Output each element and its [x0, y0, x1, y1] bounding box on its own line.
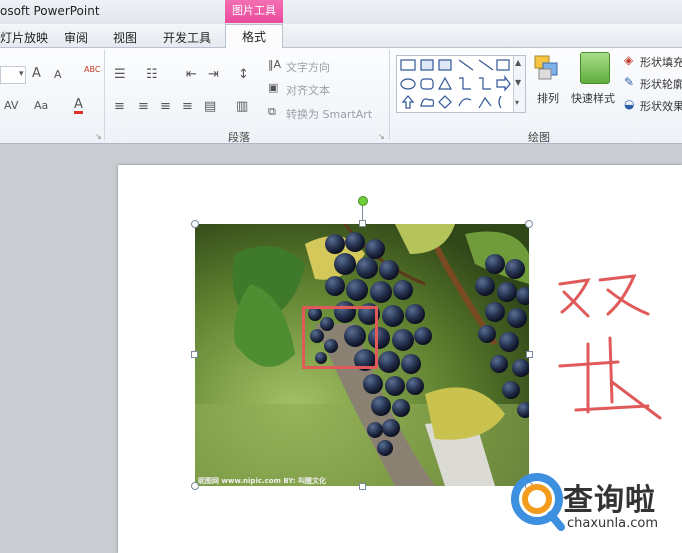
change-case-button[interactable]: Aa	[34, 100, 48, 111]
tab-review[interactable]: 审阅	[64, 29, 88, 46]
tab-format[interactable]: 格式	[225, 24, 283, 49]
shape-outline-icon: ✎	[624, 75, 635, 89]
decrease-indent-icon[interactable]: ⇤	[186, 68, 197, 81]
quick-styles-icon	[580, 52, 610, 84]
paragraph-group-launcher-icon[interactable]: ↘	[378, 132, 385, 141]
align-text-icon: ▣	[268, 81, 279, 94]
resize-handle-bottom-left[interactable]	[191, 482, 199, 490]
rotation-handle[interactable]	[358, 196, 368, 206]
tab-slideshow[interactable]: 灯片放映	[0, 29, 48, 46]
ribbon-tab-row: 灯片放映 审阅 视图 开发工具 格式	[0, 24, 682, 49]
arrange-icon	[533, 54, 563, 82]
title-bar: osoft PowerPoint 图片工具	[0, 0, 682, 24]
justify-icon[interactable]: ≡	[182, 100, 193, 113]
handwritten-annotation	[558, 274, 662, 420]
highlight-box	[302, 306, 378, 369]
resize-handle-top[interactable]	[359, 220, 366, 227]
smartart-icon: ⧉	[268, 105, 276, 118]
window-title: osoft PowerPoint	[0, 4, 100, 18]
numbering-icon[interactable]: ☷	[146, 68, 158, 81]
paragraph-group-label: 段落	[228, 131, 250, 144]
columns-icon[interactable]: ▥	[236, 100, 248, 113]
shapes-gallery-icons	[400, 59, 511, 109]
watermark-url: chaxunla.com	[567, 516, 658, 531]
bullets-icon[interactable]: ☰	[114, 68, 126, 81]
shape-outline-button[interactable]: 形状轮廓	[640, 76, 682, 92]
tab-developer[interactable]: 开发工具	[163, 29, 211, 46]
arrange-button[interactable]: 排列	[537, 90, 559, 106]
shapes-gallery[interactable]	[396, 55, 526, 113]
shrink-font-button[interactable]: A	[54, 69, 62, 80]
scroll-down-icon[interactable]: ▼	[515, 78, 521, 87]
photo-caption: 昵图网 www.nipic.com BY: 叫醒文化	[198, 477, 326, 485]
text-direction-icon: ‖A	[268, 58, 282, 71]
char-spacing-button[interactable]: AV	[4, 100, 18, 111]
gallery-more-icon[interactable]: ▾	[515, 98, 519, 107]
resize-handle-top-right[interactable]	[525, 220, 533, 228]
scroll-up-icon[interactable]: ▲	[515, 58, 521, 67]
shape-fill-icon: ◈	[624, 53, 634, 67]
font-group-launcher-icon[interactable]: ↘	[95, 132, 102, 141]
convert-smartart-button[interactable]: 转换为 SmartArt	[286, 106, 372, 122]
shape-fill-button[interactable]: 形状填充	[640, 54, 682, 70]
tab-view[interactable]: 视图	[113, 29, 137, 46]
quick-styles-button[interactable]: 快速样式	[571, 90, 615, 106]
resize-handle-top-left[interactable]	[191, 220, 199, 228]
distributed-icon[interactable]: ▤	[204, 100, 216, 113]
resize-handle-right[interactable]	[526, 351, 533, 358]
shapes-gallery-scroll[interactable]: ▲ ▼ ▾	[513, 56, 525, 112]
watermark-search-icon	[511, 473, 565, 531]
group-separator	[104, 50, 105, 140]
picture-tools-context-label: 图片工具	[225, 0, 283, 23]
clear-format-button[interactable]: ABC	[84, 66, 100, 74]
increase-indent-icon[interactable]: ⇥	[208, 68, 219, 81]
watermark-logo: 查询啦 chaxunla.com	[503, 463, 682, 553]
line-spacing-icon[interactable]: ↕	[238, 68, 249, 81]
align-text-button[interactable]: 对齐文本	[286, 82, 330, 98]
resize-handle-left[interactable]	[191, 351, 198, 358]
drawing-group-label: 绘图	[528, 131, 550, 144]
watermark-name: 查询啦	[563, 483, 656, 518]
align-center-icon[interactable]: ≡	[138, 100, 149, 113]
align-left-icon[interactable]: ≡	[114, 100, 125, 113]
ribbon: ▾ A A ABC AV Aa A ↘ ☰ ☷ ⇤ ⇥ ↕ ≡ ≡ ≡ ≡ ▤ …	[0, 48, 682, 144]
resize-handle-bottom[interactable]	[359, 483, 366, 490]
shape-effects-button[interactable]: 形状效果	[640, 98, 682, 114]
align-right-icon[interactable]: ≡	[160, 100, 171, 113]
font-color-button[interactable]: A	[74, 98, 83, 114]
font-size-dropdown[interactable]: ▾	[0, 66, 26, 84]
group-separator	[389, 50, 390, 140]
grow-font-button[interactable]: A	[32, 67, 41, 80]
shape-effects-icon: ◒	[624, 97, 635, 111]
text-direction-button[interactable]: 文字方向	[286, 59, 330, 75]
